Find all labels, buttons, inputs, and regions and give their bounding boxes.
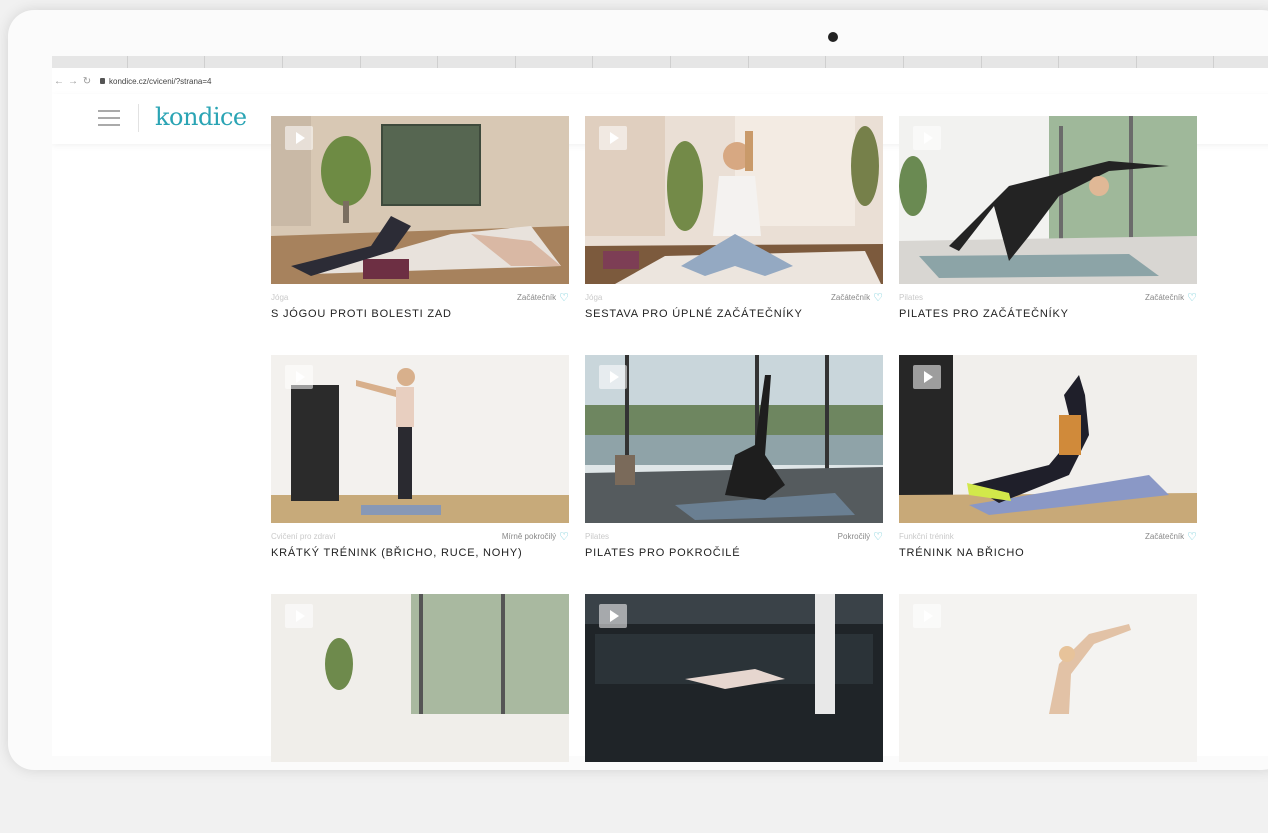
video-category: Jóga [271,292,289,302]
video-level: Pokročilý ♡ [838,530,883,543]
video-thumbnail[interactable] [585,355,883,523]
video-meta [585,769,883,781]
video-title[interactable]: SESTAVA PRO ÚPLNÉ ZAČÁTEČNÍKY [585,308,883,320]
video-category: Funkční trénink [899,531,954,541]
play-icon[interactable] [913,604,941,628]
play-icon[interactable] [285,365,313,389]
back-icon[interactable]: ← [52,76,66,87]
level-label: Začátečník [830,292,871,302]
video-card[interactable]: Pilates Začátečník ♡ PILATES PRO ZAČÁTEČN… [899,116,1197,355]
play-icon[interactable] [913,126,941,150]
browser-tab-strip[interactable] [52,56,1268,68]
video-title[interactable]: PILATES PRO POKROČILÉ [585,547,883,559]
video-title[interactable]: S JÓGOU PROTI BOLESTI ZAD [271,308,569,320]
video-grid: Jóga Začátečník ♡ S JÓGOU PROTI BOLESTI Z… [271,116,1197,833]
video-level: Začátečník ♡ [1145,530,1197,543]
video-level: Začátečník ♡ [831,291,883,304]
heart-icon[interactable]: ♡ [559,530,569,543]
video-meta: Jóga Začátečník ♡ [585,291,883,304]
heart-icon[interactable]: ♡ [873,530,883,543]
video-category: Jóga [585,292,603,302]
video-level: Začátečník ♡ [517,291,569,304]
forward-icon[interactable]: → [66,76,80,87]
play-icon[interactable] [285,604,313,628]
video-title[interactable]: KRÁTKÝ TRÉNINK (BŘICHO, RUCE, NOHY) [271,547,569,559]
video-card[interactable]: Jóga Začátečník ♡ S JÓGOU PROTI BOLESTI Z… [271,116,569,355]
video-thumbnail[interactable] [585,116,883,284]
url-field[interactable]: kondice.cz/cviceni/?strana=4 [109,77,212,86]
video-card[interactable]: Cvičení pro zdraví Mírně pokročilý ♡ KRÁT… [271,355,569,594]
heart-icon[interactable]: ♡ [1187,291,1197,304]
video-thumbnail[interactable] [899,594,1197,762]
video-thumbnail[interactable] [271,594,569,762]
address-bar: ← → ↻ kondice.cz/cviceni/?strana=4 [52,68,1268,95]
level-label: Začátečník [516,292,557,302]
heart-icon[interactable]: ♡ [1187,530,1197,543]
level-label: Pokročilý [837,531,871,541]
video-thumbnail[interactable] [899,116,1197,284]
video-meta: Pilates Pokročilý ♡ [585,530,883,543]
video-meta: Pilates Začátečník ♡ [899,291,1197,304]
video-thumbnail[interactable] [899,355,1197,523]
video-title[interactable]: PILATES PRO ZAČÁTEČNÍKY [899,308,1197,320]
level-label: Mírně pokročilý [501,531,557,541]
site-logo[interactable]: kondice [155,103,247,131]
lock-icon [100,78,105,84]
video-category: Pilates [899,292,924,302]
heart-icon[interactable]: ♡ [873,291,883,304]
play-icon[interactable] [599,365,627,389]
video-meta: Cvičení pro zdraví Mírně pokročilý ♡ [271,530,569,543]
video-level: Mírně pokročilý ♡ [502,530,569,543]
video-card[interactable] [585,594,883,833]
video-meta [271,769,569,781]
play-icon[interactable] [599,604,627,628]
video-title[interactable]: TRÉNINK NA BŘICHO [899,547,1197,559]
menu-icon[interactable] [98,110,120,126]
play-icon[interactable] [599,126,627,150]
video-category: Pilates [585,531,610,541]
video-card[interactable]: Funkční trénink Začátečník ♡ TRÉNINK NA B… [899,355,1197,594]
level-label: Začátečník [1144,531,1185,541]
reload-icon[interactable]: ↻ [80,76,94,87]
play-icon[interactable] [285,126,313,150]
webcam [828,32,838,42]
video-meta: Jóga Začátečník ♡ [271,291,569,304]
video-category: Cvičení pro zdraví [271,531,336,541]
video-thumbnail[interactable] [271,116,569,284]
video-card[interactable] [271,594,569,833]
video-thumbnail[interactable] [271,355,569,523]
video-level: Začátečník ♡ [1145,291,1197,304]
video-meta [899,769,1197,781]
header-divider [138,104,139,132]
video-card[interactable]: Pilates Pokročilý ♡ PILATES PRO POKROČILÉ [585,355,883,594]
video-thumbnail[interactable] [585,594,883,762]
video-card[interactable]: Jóga Začátečník ♡ SESTAVA PRO ÚPLNÉ ZAČÁT… [585,116,883,355]
video-card[interactable] [899,594,1197,833]
play-icon[interactable] [913,365,941,389]
heart-icon[interactable]: ♡ [559,291,569,304]
level-label: Začátečník [1144,292,1185,302]
video-meta: Funkční trénink Začátečník ♡ [899,530,1197,543]
